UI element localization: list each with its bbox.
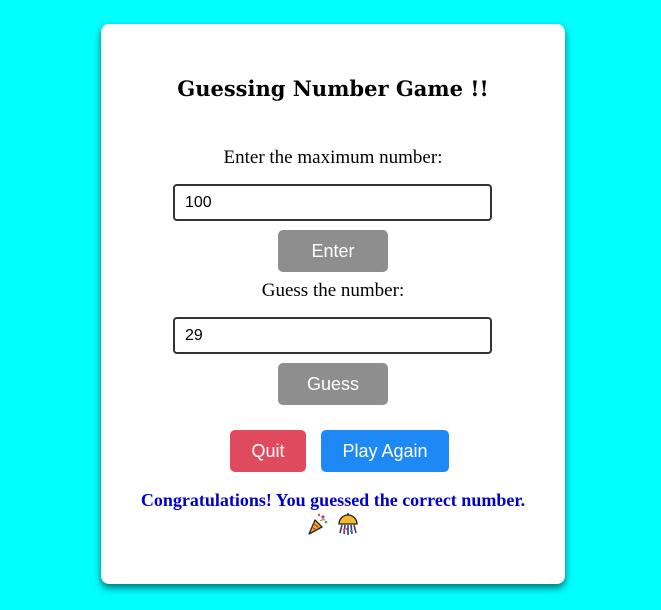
max-number-label: Enter the maximum number: [223,147,443,168]
guess-button[interactable]: Guess [278,363,388,405]
max-number-input[interactable] [173,184,492,221]
quit-button[interactable]: Quit [230,430,306,472]
message-icons [101,512,565,536]
play-again-button[interactable]: Play Again [321,430,449,472]
guess-label: Guess the number: [261,280,405,301]
guess-input[interactable] [173,317,492,354]
game-card: Guessing Number Game !! Enter the maximu… [101,24,565,584]
success-message: Congratulations! You guessed the correct… [140,490,526,510]
page-title: Guessing Number Game !! [177,76,489,101]
confetti-ball-icon [338,513,358,535]
enter-button[interactable]: Enter [278,230,388,272]
party-popper-icon [308,513,328,535]
